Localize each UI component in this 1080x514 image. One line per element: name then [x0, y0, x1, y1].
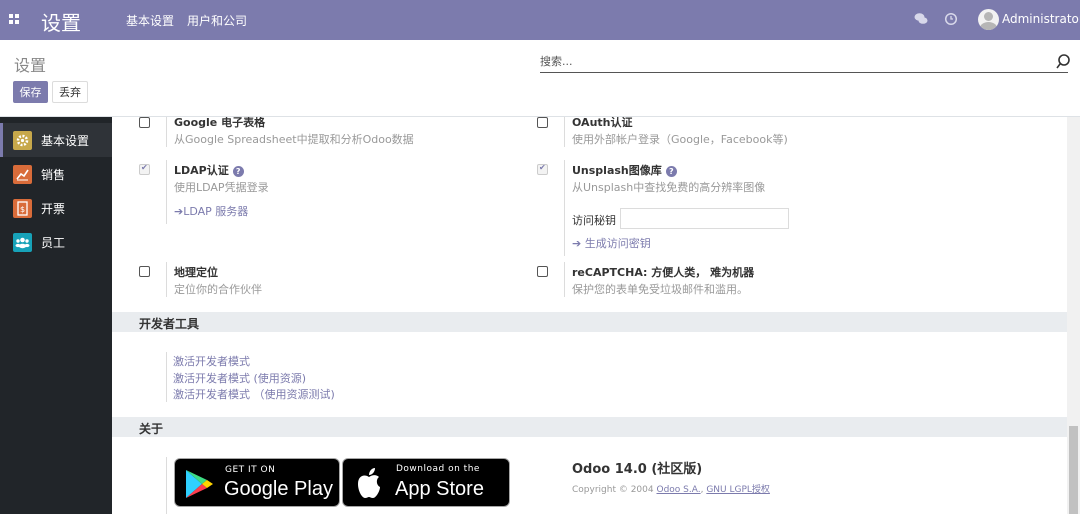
oauth-desc: 使用外部帐户登录（Google，Facebook等): [572, 133, 788, 146]
chart-icon: [13, 165, 32, 184]
divider: [564, 117, 565, 147]
copyright-text: Copyright © 2004: [572, 485, 654, 495]
activate-developer-mode-assets-link[interactable]: 激活开发者模式 (使用资源): [173, 370, 306, 386]
help-icon[interactable]: ?: [232, 166, 244, 177]
save-button[interactable]: 保存: [13, 81, 48, 103]
oauth-title: OAuth认证: [572, 117, 633, 129]
generate-access-key-text: 生成访问密钥: [584, 237, 651, 250]
help-icon[interactable]: ?: [665, 166, 677, 177]
svg-text:$: $: [20, 205, 25, 214]
unsplash-checkbox[interactable]: [537, 163, 548, 175]
search-box: [540, 51, 1068, 73]
recaptcha-title: reCAPTCHA: 方便人类， 难为机器: [572, 266, 755, 279]
avatar[interactable]: [978, 9, 999, 30]
sidebar-item-label: 销售: [41, 168, 66, 182]
sidebar-item-sales[interactable]: 销售: [0, 157, 112, 191]
top-navbar: 设置 基本设置 用户和公司 Administrator: [0, 0, 1080, 40]
access-key-input[interactable]: [620, 208, 789, 229]
arrow-right-icon: ➔: [572, 237, 585, 250]
user-menu[interactable]: Administrator: [1002, 12, 1080, 26]
menu-general-settings[interactable]: 基本设置: [126, 12, 174, 29]
about-title: 关于: [139, 422, 164, 436]
gear-icon: [13, 131, 32, 150]
ldap-servers-link[interactable]: ➔LDAP 服务器: [174, 203, 248, 219]
clock-icon[interactable]: [944, 12, 958, 26]
odoo-sa-link[interactable]: Odoo S.A.: [656, 485, 700, 495]
google-sheets-checkbox[interactable]: [139, 117, 150, 128]
invoice-icon: $: [13, 199, 32, 218]
unsplash-desc: 从Unsplash中查找免费的高分辨率图像: [572, 181, 766, 194]
ldap-checkbox[interactable]: [139, 163, 150, 175]
ldap-servers-link-text: LDAP 服务器: [183, 205, 249, 218]
about-header: 关于: [112, 417, 1067, 437]
divider: [166, 457, 167, 514]
settings-content: Google 电子表格 从Google Spreadsheet中提取和分析Odo…: [112, 117, 1067, 514]
discard-button[interactable]: 丢弃: [52, 81, 88, 103]
activate-developer-mode-tests-link[interactable]: 激活开发者模式 （使用资源测试): [173, 386, 335, 402]
recaptcha-desc: 保护您的表单免受垃圾邮件和滥用。: [572, 283, 748, 296]
oauth-checkbox[interactable]: [537, 117, 548, 128]
sidebar-item-label: 基本设置: [41, 134, 90, 148]
google-sheets-desc: 从Google Spreadsheet中提取和分析Odoo数据: [174, 133, 414, 146]
google-play-icon: [186, 470, 213, 498]
developer-tools-header: 开发者工具: [112, 312, 1067, 332]
menu-users-companies[interactable]: 用户和公司: [187, 12, 247, 29]
geolocation-title: 地理定位: [174, 266, 218, 279]
search-input[interactable]: [540, 51, 1040, 71]
app-store-small-text: Download on the: [396, 464, 480, 474]
divider: [166, 262, 167, 297]
app-store-badge[interactable]: Download on the App Store: [342, 458, 510, 507]
divider: [166, 117, 167, 147]
google-play-big-text: Google Play: [224, 478, 333, 500]
sidebar-item-general-settings[interactable]: 基本设置: [0, 123, 112, 157]
apple-icon: [358, 468, 380, 498]
copyright: Copyright © 2004 Odoo S.A., GNU LGPL授权: [572, 485, 770, 495]
unsplash-title-text: Unsplash图像库: [572, 164, 662, 177]
search-icon[interactable]: [1055, 49, 1071, 73]
google-play-small-text: GET IT ON: [225, 465, 276, 475]
geolocation-checkbox[interactable]: [139, 266, 150, 277]
odoo-version: Odoo 14.0 (社区版): [572, 462, 703, 477]
app-title: 设置: [41, 11, 81, 35]
settings-sidebar: 基本设置 销售 $ 开票 员工: [0, 117, 112, 514]
divider: [564, 262, 565, 297]
page-title: 设置: [14, 56, 47, 75]
access-key-label: 访问秘钥: [572, 214, 616, 227]
google-sheets-title: Google 电子表格: [174, 117, 266, 129]
geolocation-desc: 定位你的合作伙伴: [174, 283, 262, 296]
arrow-right-icon: ➔: [174, 205, 184, 218]
divider: [166, 352, 167, 402]
unsplash-title: Unsplash图像库?: [572, 162, 677, 178]
generate-access-key-link[interactable]: ➔ 生成访问密钥: [572, 235, 651, 251]
apps-menu-icon[interactable]: [9, 14, 20, 25]
divider: [166, 160, 167, 224]
chat-icon[interactable]: [914, 12, 928, 26]
sidebar-item-label: 员工: [41, 236, 66, 250]
developer-tools-title: 开发者工具: [139, 317, 200, 331]
google-play-badge[interactable]: GET IT ON Google Play: [174, 458, 340, 507]
scrollbar-thumb[interactable]: [1069, 426, 1078, 514]
ldap-title: LDAP认证?: [174, 162, 244, 178]
sidebar-item-invoicing[interactable]: $ 开票: [0, 191, 112, 225]
recaptcha-checkbox[interactable]: [537, 266, 548, 277]
control-panel: 设置 保存 丢弃: [0, 40, 1080, 117]
activate-developer-mode-link[interactable]: 激活开发者模式: [173, 353, 250, 369]
ldap-title-text: LDAP认证: [174, 164, 229, 177]
ldap-desc: 使用LDAP凭据登录: [174, 181, 269, 194]
sidebar-item-employees[interactable]: 员工: [0, 225, 112, 259]
license-link[interactable]: GNU LGPL授权: [706, 485, 770, 495]
divider: [564, 160, 565, 256]
sidebar-item-label: 开票: [41, 202, 66, 216]
app-store-big-text: App Store: [395, 478, 484, 500]
people-icon: [13, 233, 32, 252]
